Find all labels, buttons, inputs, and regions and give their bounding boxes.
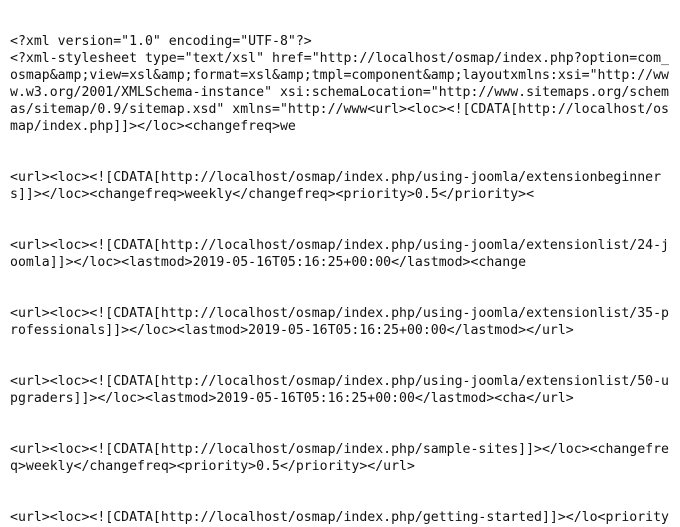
xml-text: <url><loc><![CDATA[http://localhost/osma… [10,510,669,527]
xml-line: <?xml version="1.0" encoding="UTF-8"?> <… [10,33,670,135]
xml-line: <url><loc><![CDATA[http://localhost/osma… [10,441,670,475]
xml-line: <url><loc><![CDATA[http://localhost/osma… [10,169,670,203]
xml-text: <url><loc><![CDATA[http://localhost/osma… [10,238,669,270]
xml-line: <url><loc><![CDATA[http://localhost/osma… [10,305,670,339]
xml-line: <url><loc><![CDATA[http://localhost/osma… [10,509,670,527]
xml-text: <url><loc><![CDATA[http://localhost/osma… [10,170,661,202]
xml-raw-view: <?xml version="1.0" encoding="UTF-8"?> <… [0,0,680,527]
xml-text: <url><loc><![CDATA[http://localhost/osma… [10,306,669,338]
xml-line: <url><loc><![CDATA[http://localhost/osma… [10,237,670,271]
xml-text: <url><loc><![CDATA[http://localhost/osma… [10,442,669,474]
xml-text: <url><loc><![CDATA[http://localhost/osma… [10,374,669,406]
xml-line: <url><loc><![CDATA[http://localhost/osma… [10,373,670,407]
xml-text: <?xml version="1.0" encoding="UTF-8"?> [10,34,312,49]
xml-text: <?xml-stylesheet type="text/xsl" href="h… [10,51,669,134]
